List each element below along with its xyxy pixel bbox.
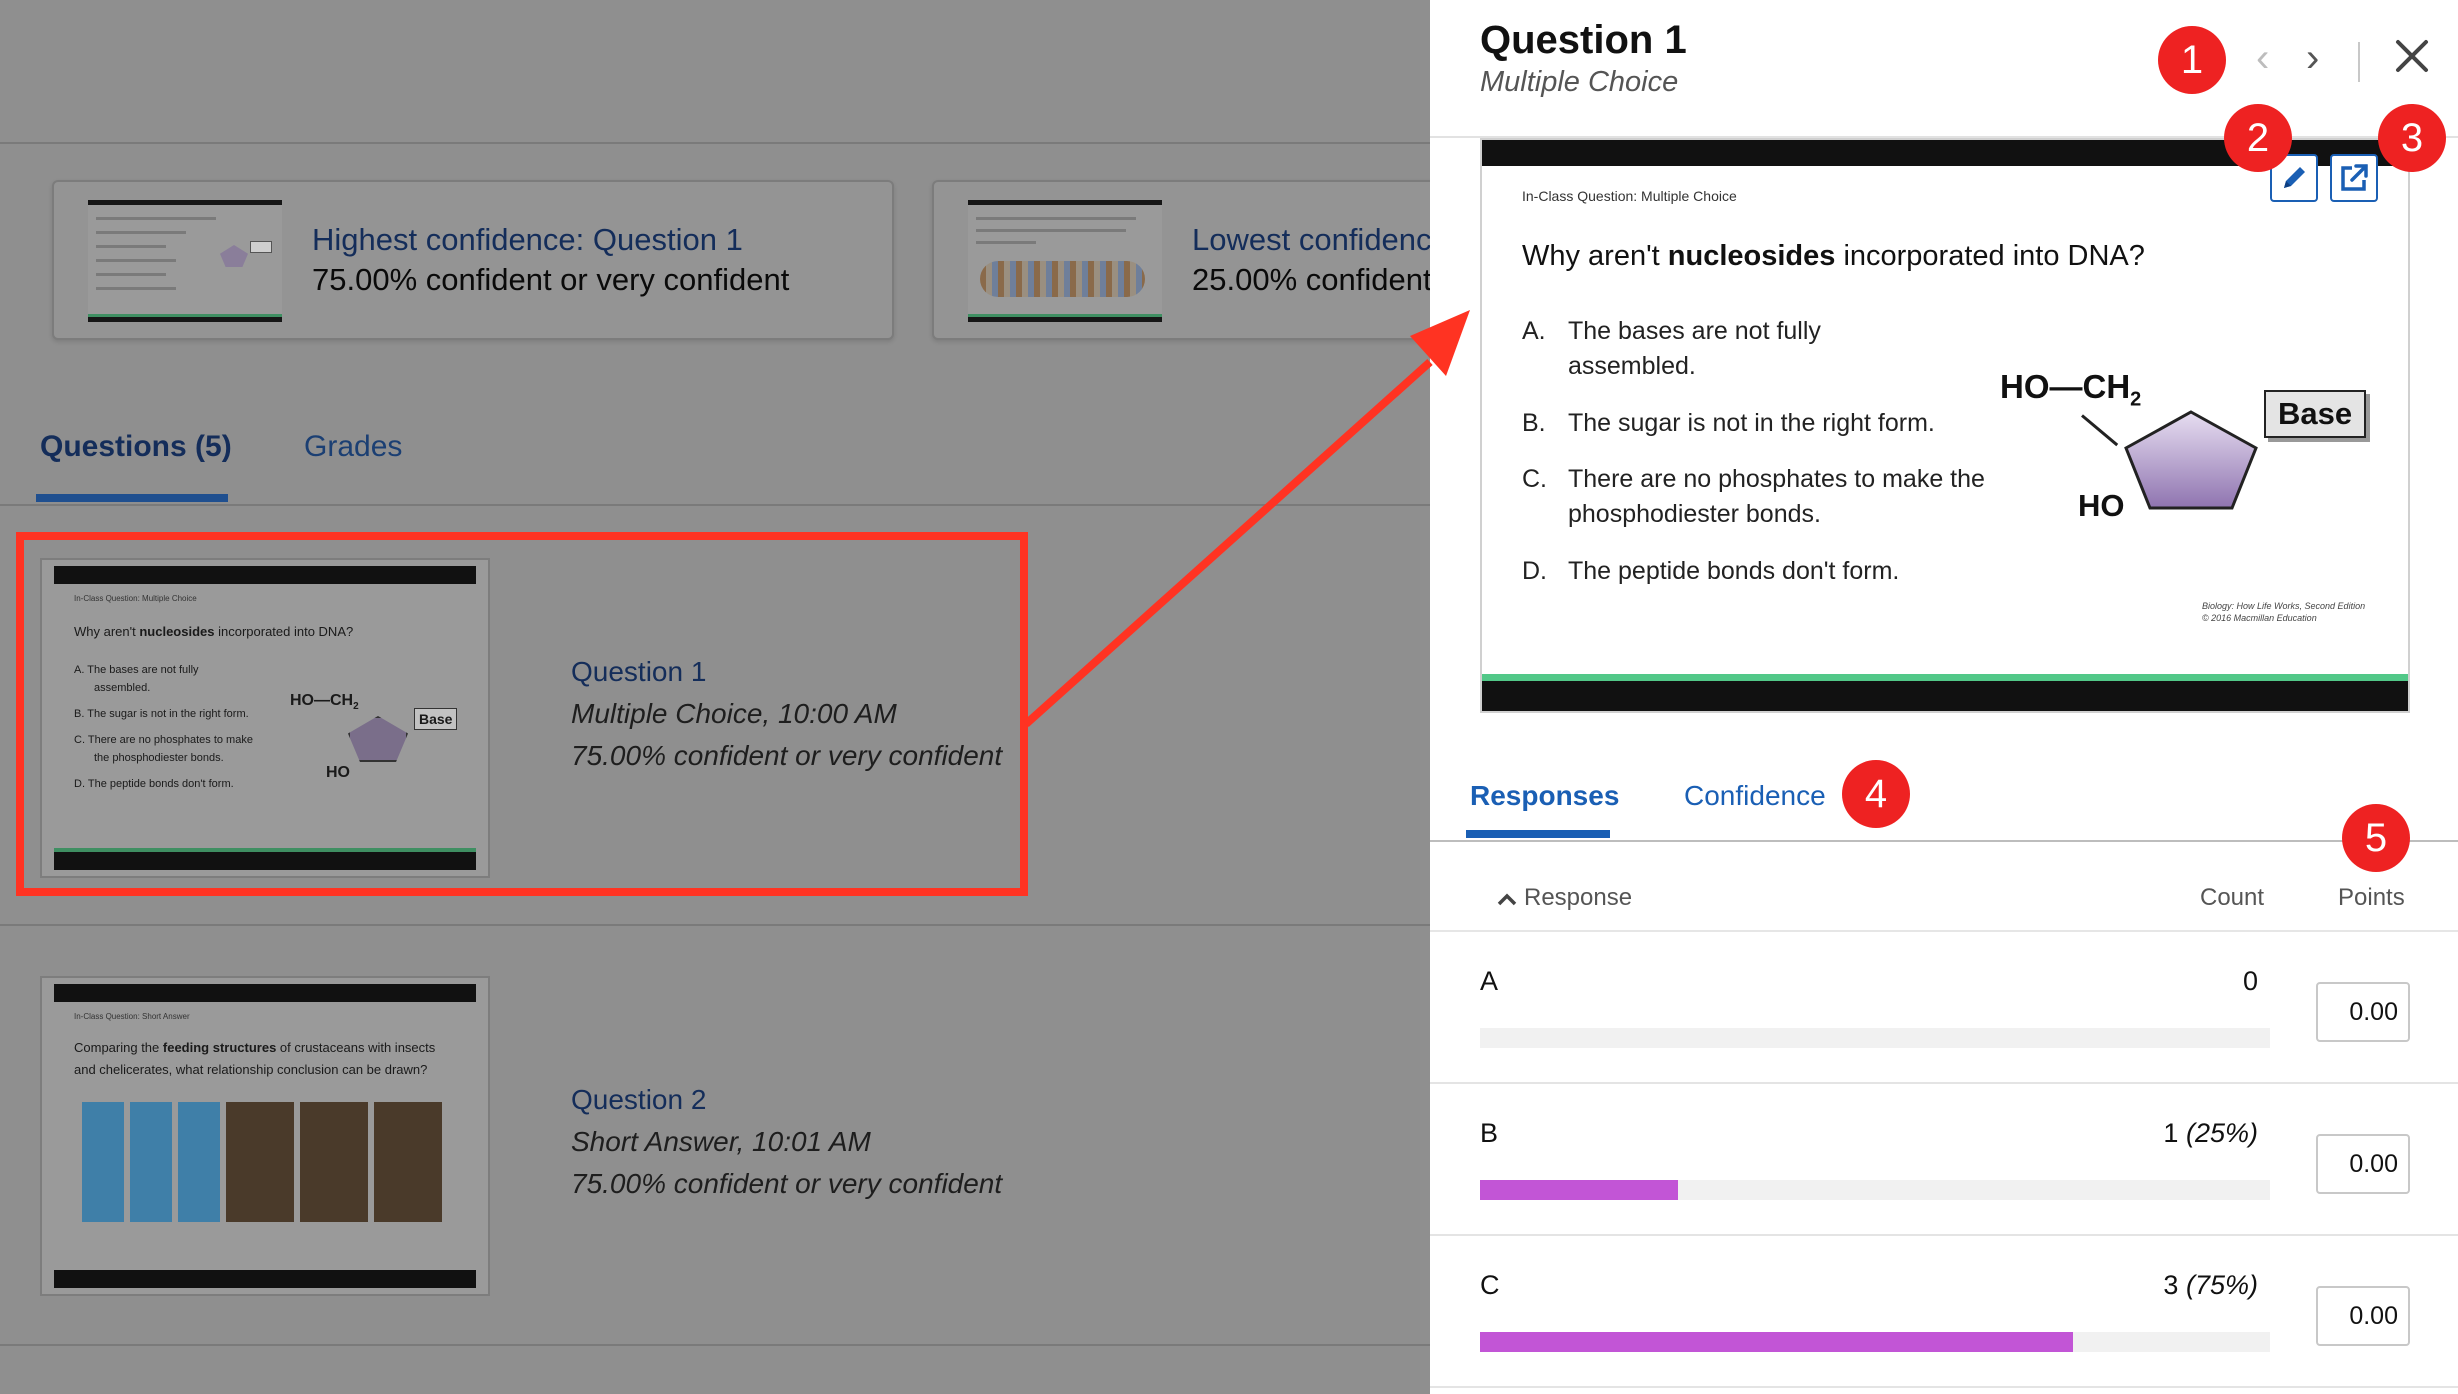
annotation-badge-2: 2 xyxy=(2224,104,2292,172)
tabs-divider xyxy=(1430,840,2458,842)
card-title[interactable]: Lowest confidence xyxy=(1192,222,1430,258)
tab-questions[interactable]: Questions (5) xyxy=(40,430,232,464)
thumb-header: In-Class Question: Short Answer xyxy=(74,1012,190,1021)
annotation-highlight-box xyxy=(16,532,1028,896)
response-bar-track xyxy=(1480,1028,2270,1048)
points-input[interactable]: 0.00 xyxy=(2316,982,2410,1042)
points-column-header: Points xyxy=(2338,884,2405,911)
slide-credit: Biology: How Life Works, Second Edition ©… xyxy=(2202,601,2366,623)
close-icon xyxy=(2396,40,2428,72)
annotation-badge-3: 3 xyxy=(2378,104,2446,172)
response-row-a: A 0 0.00 xyxy=(1430,932,2458,1084)
thumb-question: and chelicerates, what relationship conc… xyxy=(74,1062,428,1077)
question-slide: In-Class Question: Multiple Choice Why a… xyxy=(1480,138,2410,713)
chevron-up-icon xyxy=(1497,893,1517,905)
diagram-ch2-label: HO—CH2 xyxy=(2000,368,2142,411)
points-input[interactable]: 0.00 xyxy=(2316,1134,2410,1194)
row-divider xyxy=(0,924,1430,926)
diagram-ho-label: HO xyxy=(2078,488,2125,523)
row-divider xyxy=(0,1344,1430,1346)
response-label: B xyxy=(1480,1118,1499,1148)
annotation-badge-1: 1 xyxy=(2158,26,2226,94)
nav-divider xyxy=(2358,42,2360,82)
response-label: A xyxy=(1480,966,1499,996)
tab-underline xyxy=(36,494,228,502)
response-row-c: C 3 (75%) 0.00 xyxy=(1430,1236,2458,1388)
question-confidence: 75.00% confident or very confident xyxy=(571,1168,1003,1199)
slide-header: In-Class Question: Multiple Choice xyxy=(1522,188,1737,204)
response-count: 0 xyxy=(2242,966,2258,996)
card-subtitle: 75.00% confident or very confident xyxy=(312,262,790,297)
external-link-icon xyxy=(2341,164,2368,191)
insect-photo-icon xyxy=(226,1102,446,1222)
response-count: 1 (25%) xyxy=(2163,1118,2258,1148)
tab-confidence[interactable]: Confidence xyxy=(1684,780,1826,812)
card-subtitle: 25.00% confident o xyxy=(1192,262,1430,297)
response-row-b: B 1 (25%) 0.00 xyxy=(1430,1084,2458,1236)
slide-option-d: D. The peptide bonds don't form. xyxy=(1522,557,1900,585)
slide-option-b: B. The sugar is not in the right form. xyxy=(1522,409,1935,437)
prev-question-button[interactable]: ‹ xyxy=(2256,36,2269,81)
crustacean-diagram-icon xyxy=(82,1102,222,1222)
panel-subtitle: Multiple Choice xyxy=(1480,66,1679,98)
question-row-2[interactable]: In-Class Question: Short Answer Comparin… xyxy=(0,972,1430,1312)
response-bar xyxy=(1480,1180,1678,1200)
next-question-button[interactable]: › xyxy=(2306,36,2319,81)
highest-confidence-card[interactable]: Highest confidence: Question 1 75.00% co… xyxy=(52,180,894,340)
diagram-connector xyxy=(2081,414,2119,447)
lowest-confidence-card[interactable]: Lowest confidence 25.00% confident o xyxy=(932,180,1430,340)
count-column-header: Count xyxy=(2200,884,2265,911)
response-bar-track xyxy=(1480,1180,2270,1200)
close-button[interactable] xyxy=(2390,34,2434,78)
open-external-button[interactable] xyxy=(2330,154,2378,202)
annotation-badge-5: 5 xyxy=(2342,804,2410,872)
card-thumbnail xyxy=(88,200,282,322)
response-bar xyxy=(1480,1332,2073,1352)
header-divider xyxy=(0,142,1430,144)
card-thumbnail xyxy=(968,200,1162,322)
question-title[interactable]: Question 2 xyxy=(571,1084,706,1116)
panel-title: Question 1 xyxy=(1480,18,1687,62)
dna-helix-icon xyxy=(980,261,1145,297)
slide-question: Why aren't nucleosides incorporated into… xyxy=(1522,240,2145,272)
question-type-time: Short Answer, 10:01 AM xyxy=(571,1126,871,1157)
card-title[interactable]: Highest confidence: Question 1 xyxy=(312,222,743,258)
tabs-divider xyxy=(0,504,1430,506)
diagram-base-label: Base xyxy=(2264,390,2367,438)
response-column-header[interactable]: Response xyxy=(1496,884,1632,912)
response-label: C xyxy=(1480,1270,1500,1300)
response-bar-track xyxy=(1480,1332,2270,1352)
pentose-ring-icon xyxy=(2122,408,2260,512)
tab-underline xyxy=(1466,830,1610,838)
slide-option-a: A. The bases are not fully assembled. xyxy=(1522,317,1821,380)
tab-responses[interactable]: Responses xyxy=(1470,780,1619,812)
page-tabs: Questions (5) Grades xyxy=(0,420,1430,506)
annotation-badge-4: 4 xyxy=(1842,760,1910,828)
thumb-question: Comparing the feeding structures of crus… xyxy=(74,1040,436,1055)
points-input[interactable]: 0.00 xyxy=(2316,1286,2410,1346)
question-thumbnail[interactable]: In-Class Question: Short Answer Comparin… xyxy=(40,976,490,1296)
question-detail-panel: Question 1 Multiple Choice ‹ › In-Class … xyxy=(1430,0,2458,1394)
tab-grades[interactable]: Grades xyxy=(304,430,402,464)
response-count: 3 (75%) xyxy=(2163,1270,2258,1300)
slide-option-c: C. There are no phosphates to make the ph… xyxy=(1522,465,1985,528)
